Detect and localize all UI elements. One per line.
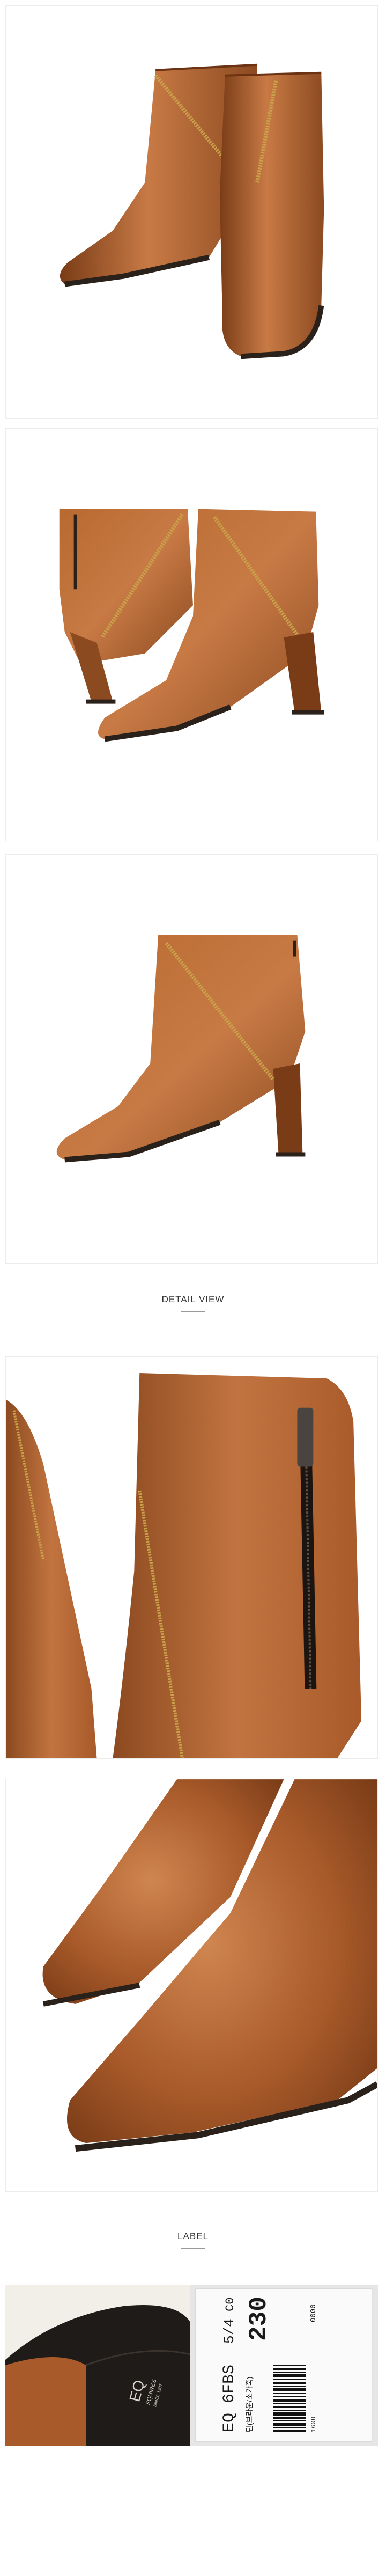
tag-code-b: C0	[224, 2298, 237, 2311]
tag-color-note: 탄(브라운/소가죽)	[245, 2377, 254, 2432]
boots-pair-front-image	[60, 63, 324, 359]
section-title-detail-view: DETAIL VIEW	[161, 1294, 225, 1304]
section-divider-detail	[181, 1311, 205, 1312]
product-photo-pair-side	[5, 428, 378, 841]
tag-barcode-digits: 1608	[310, 2417, 317, 2432]
toe-detail-image	[42, 1779, 377, 2152]
product-photo-single-side	[5, 854, 378, 1264]
boot-single-side-image	[56, 935, 306, 1163]
boots-pair-side-image	[59, 509, 324, 742]
section-title-label: LABEL	[177, 2231, 209, 2241]
tag-code-a: 5/4	[221, 2318, 237, 2344]
detail-photo-back-zipper	[5, 1356, 378, 1759]
tag-serial: 0000	[309, 2304, 318, 2322]
zipper-detail-image	[6, 1373, 362, 1758]
label-image: EQ SQUIRES SINCE 1987 EQ 6FBS 5/4 C0 230…	[5, 2285, 378, 2446]
label-photo: EQ SQUIRES SINCE 1987 EQ 6FBS 5/4 C0 230…	[5, 2285, 378, 2446]
product-photo-pair-front	[5, 5, 378, 419]
section-divider-label	[181, 2248, 205, 2249]
tag-model-code: EQ 6FBS	[220, 2365, 239, 2432]
tag-size: 230	[245, 2296, 273, 2341]
detail-photo-toe	[5, 1779, 378, 2192]
